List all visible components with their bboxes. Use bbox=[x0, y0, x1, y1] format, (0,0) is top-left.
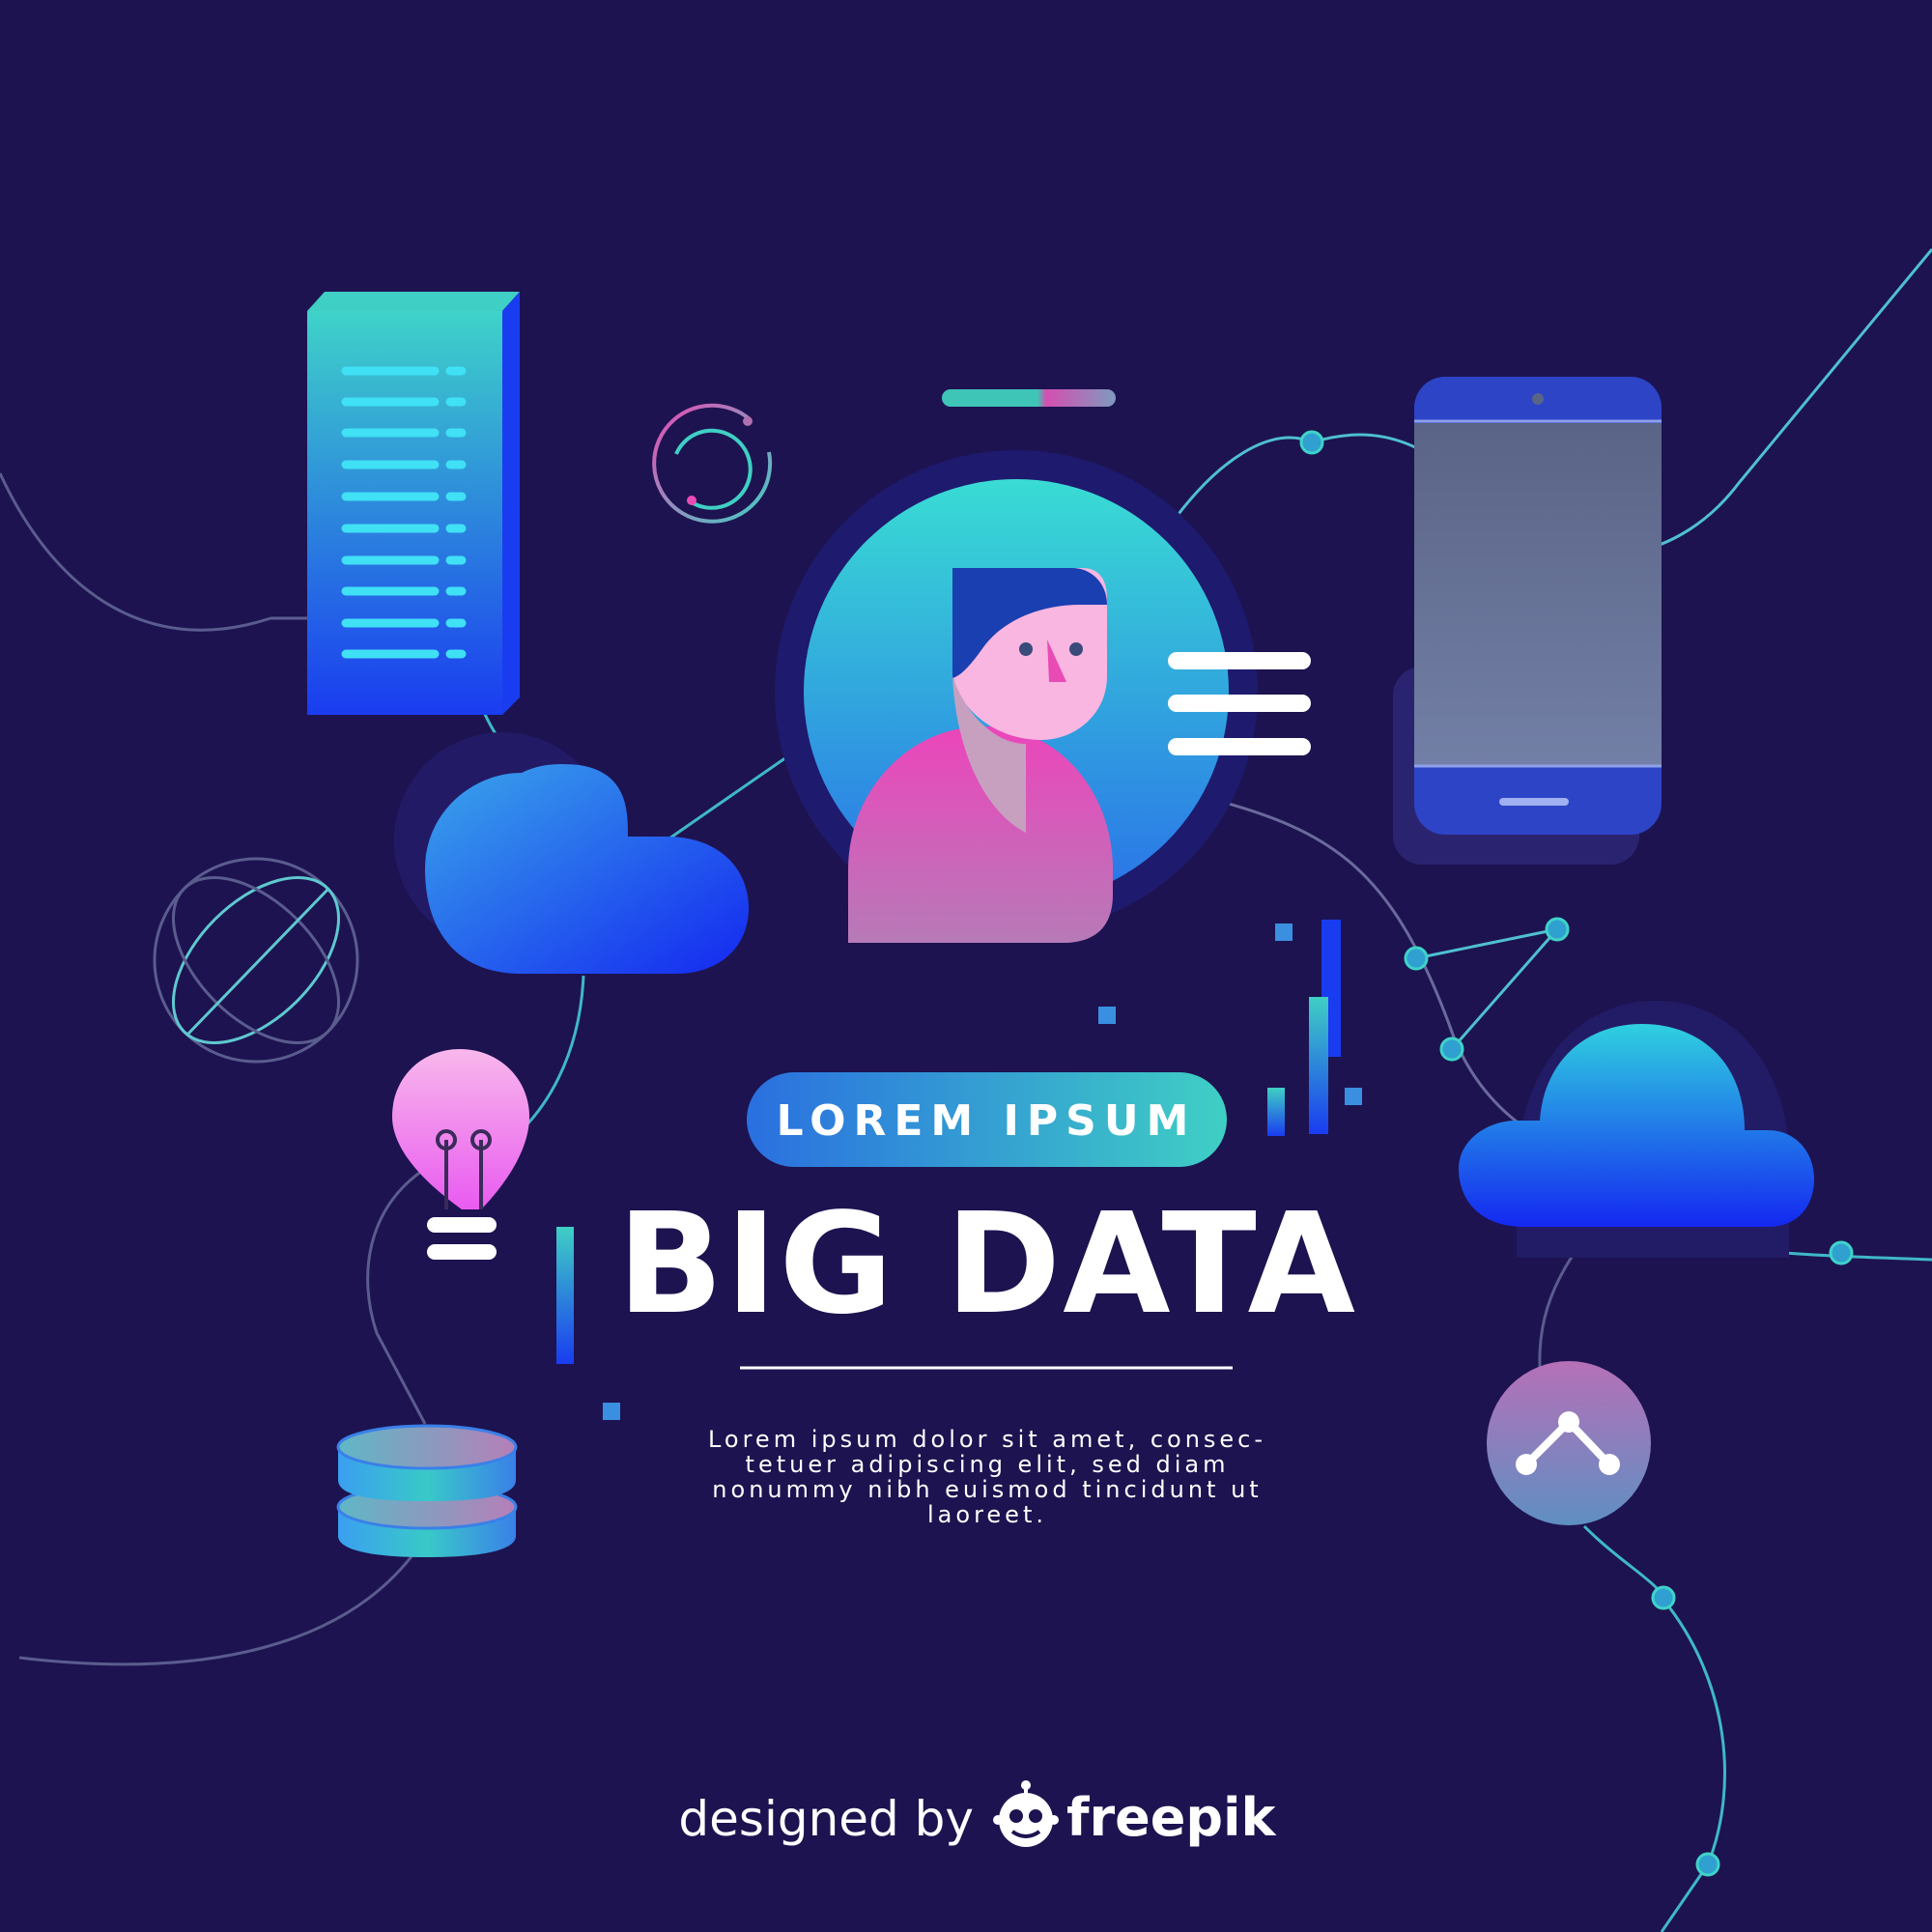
lightbulb-icon bbox=[392, 1049, 529, 1260]
server-rack-icon bbox=[307, 292, 520, 715]
credit-prefix: designed by bbox=[678, 1791, 974, 1847]
credit-brand: freepik bbox=[1066, 1787, 1277, 1848]
pill-label-text: LOREM IPSUM bbox=[777, 1096, 1197, 1146]
cloud-icon bbox=[1459, 1001, 1814, 1258]
body-line: nonummy nibh euismod tincidunt ut bbox=[712, 1476, 1262, 1503]
share-node-icon bbox=[1487, 1361, 1651, 1525]
cloud-icon bbox=[394, 732, 749, 974]
smartphone-icon bbox=[1393, 377, 1662, 865]
database-icon bbox=[336, 1424, 518, 1557]
body-line: tetuer adipiscing elit, sed diam bbox=[746, 1451, 1230, 1478]
body-text: Lorem ipsum dolor sit amet, consec- tetu… bbox=[708, 1426, 1266, 1528]
credit-line: designed by freepik bbox=[678, 1780, 1277, 1848]
page-title: BIG DATA bbox=[617, 1182, 1357, 1345]
pill-label: LOREM IPSUM bbox=[747, 1072, 1227, 1167]
body-line: laoreet. bbox=[927, 1501, 1047, 1528]
progress-bar-decoration bbox=[942, 389, 1116, 407]
poster: LOREM IPSUM BIG DATA Lorem ipsum dolor s… bbox=[0, 0, 1932, 1932]
refresh-circle-icon bbox=[652, 403, 773, 524]
body-line: Lorem ipsum dolor sit amet, consec- bbox=[708, 1426, 1266, 1453]
poster-illustration: LOREM IPSUM BIG DATA Lorem ipsum dolor s… bbox=[0, 248, 1932, 1932]
freepik-logo-icon bbox=[993, 1780, 1059, 1847]
globe-icon bbox=[153, 857, 359, 1064]
bar-chart-decoration bbox=[556, 920, 1362, 1420]
